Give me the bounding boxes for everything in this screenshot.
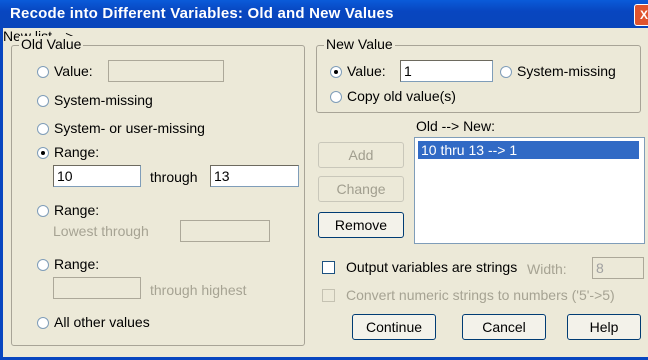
new-value-legend: New Value [324, 36, 395, 52]
close-icon[interactable]: X [634, 4, 648, 26]
old-range-lowest-label: Range: [54, 202, 100, 218]
title-bar: Recode into Different Variables: Old and… [0, 0, 648, 28]
convert-strings-label: Convert numeric strings to numbers ('5'-… [346, 287, 615, 303]
old-value-radio[interactable] [37, 66, 49, 78]
convert-strings-checkbox[interactable] [322, 289, 335, 302]
old-value-label: Value: [54, 63, 93, 79]
old-value-group: Old Value Value: System-missing System- … [11, 36, 305, 346]
new-system-missing-radio[interactable] [500, 66, 512, 78]
old-range-highest-radio[interactable] [37, 259, 49, 271]
new-value-input[interactable]: 1 [400, 60, 493, 82]
range-to-input[interactable]: 13 [210, 165, 299, 187]
new-value-radio[interactable] [330, 66, 342, 78]
through-label: through [150, 169, 198, 185]
lowest-through-input[interactable] [180, 220, 270, 242]
through-highest-label: through highest [150, 282, 247, 298]
old-range-label: Range: [54, 144, 100, 160]
range-from-input[interactable]: 10 [53, 165, 141, 187]
change-button[interactable]: Change [318, 176, 404, 202]
old-system-user-missing-radio[interactable] [37, 123, 49, 135]
old-system-user-missing-label: System- or user-missing [54, 120, 205, 136]
old-system-missing-radio[interactable] [37, 95, 49, 107]
dialog-body: Old Value Value: System-missing System- … [0, 28, 648, 360]
old-new-label: Old --> New: [416, 118, 495, 134]
copy-old-values-label: Copy old value(s) [347, 88, 456, 104]
old-range-lowest-radio[interactable] [37, 205, 49, 217]
old-system-missing-label: System-missing [54, 92, 153, 108]
new-system-missing-label: System-missing [517, 63, 616, 79]
continue-button[interactable]: Continue [352, 314, 436, 340]
old-new-list[interactable]: 10 thru 13 --> 1 [414, 137, 645, 244]
copy-old-values-radio[interactable] [330, 91, 342, 103]
lowest-through-label: Lowest through [53, 223, 149, 239]
help-button[interactable]: Help [567, 314, 641, 340]
new-value-label: Value: [347, 63, 386, 79]
old-range-radio[interactable] [37, 147, 49, 159]
output-strings-label: Output variables are strings [346, 259, 518, 275]
remove-button[interactable]: Remove [318, 212, 404, 238]
window-title: Recode into Different Variables: Old and… [10, 5, 394, 22]
old-all-other-label: All other values [54, 314, 150, 330]
width-label: Width: [527, 261, 567, 277]
old-value-legend: Old Value [19, 36, 84, 52]
output-strings-checkbox[interactable] [322, 261, 335, 274]
new-value-group: New Value Value: 1 System-missing Copy o… [316, 36, 641, 113]
list-item[interactable]: 10 thru 13 --> 1 [418, 141, 639, 159]
old-all-other-radio[interactable] [37, 317, 49, 329]
old-value-input[interactable] [108, 60, 224, 82]
through-highest-input[interactable] [53, 277, 141, 299]
width-input[interactable]: 8 [592, 257, 644, 279]
cancel-button[interactable]: Cancel [462, 314, 546, 340]
add-button[interactable]: Add [318, 142, 404, 168]
old-range-highest-label: Range: [54, 256, 100, 272]
